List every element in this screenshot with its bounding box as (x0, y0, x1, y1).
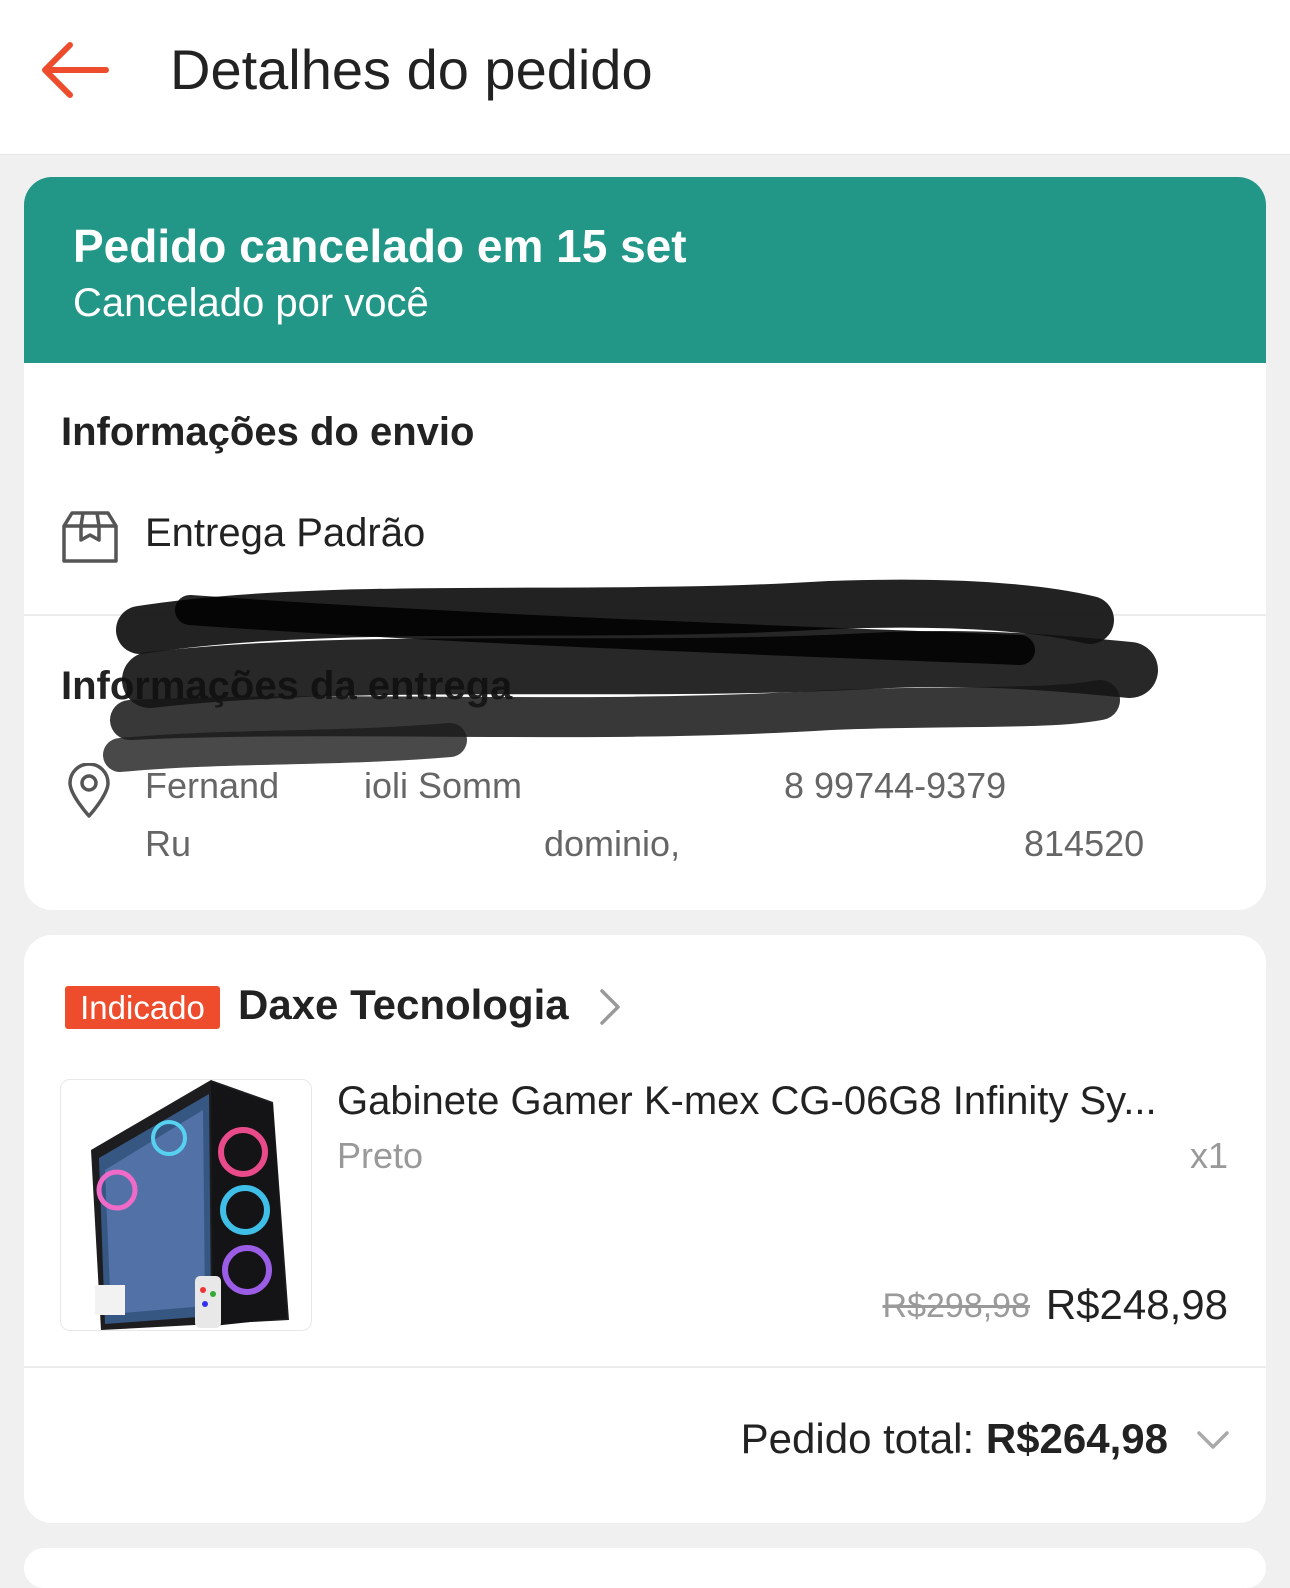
divider (24, 614, 1266, 616)
pc-case-rgb-product-image (91, 1080, 289, 1330)
address-line-name-start: Fernand (145, 765, 280, 806)
back-button[interactable] (36, 36, 112, 104)
status-banner: Pedido cancelado em 15 set Cancelado por… (24, 177, 1266, 363)
top-bar: Detalhes do pedido (0, 0, 1290, 155)
shipping-section-title: Informações do envio (61, 410, 475, 454)
chevron-right-icon[interactable] (598, 987, 622, 1027)
order-items-card: Indicado Daxe Tecnologia Gabinete Gamer … (24, 935, 1266, 1523)
address-line-name-mid: ioli Somm (364, 765, 523, 806)
product-thumbnail[interactable] (60, 1079, 312, 1331)
package-box-icon (62, 511, 118, 563)
delivery-section-title: Informações da entrega (61, 664, 513, 708)
product-quantity: x1 (1189, 1135, 1228, 1176)
location-pin-icon (68, 763, 110, 818)
product-name[interactable]: Gabinete Gamer K-mex CG-06G8 Infinity Sy… (337, 1079, 1227, 1124)
divider (24, 1366, 1266, 1368)
shipping-method: Entrega Padrão (145, 511, 426, 555)
order-total-label: Pedido total: (740, 1415, 986, 1462)
status-title: Pedido cancelado em 15 set (73, 220, 687, 272)
recommended-badge: Indicado (65, 986, 220, 1029)
address-line-street-mid: dominio, (544, 823, 681, 864)
order-total: Pedido total: R$264,98 (741, 1415, 1168, 1463)
price-current: R$248,98 (1045, 1281, 1228, 1328)
address-line-zip-end: 814520 (1024, 823, 1145, 864)
address-line-street-start: Ru (145, 823, 192, 864)
arrow-left-icon (42, 42, 109, 98)
product-variant: Preto (337, 1135, 424, 1176)
next-card (24, 1548, 1266, 1588)
address-line-phone-end: 8 99744-9379 (784, 765, 1007, 806)
page-title: Detalhes do pedido (170, 38, 653, 101)
order-info-card: Pedido cancelado em 15 set Cancelado por… (24, 177, 1266, 910)
shop-name-link[interactable]: Daxe Tecnologia (238, 981, 569, 1029)
status-subtitle: Cancelado por você (73, 281, 429, 325)
price-original: R$298,98 (882, 1287, 1030, 1325)
order-total-value: R$264,98 (985, 1415, 1168, 1462)
chevron-down-icon[interactable] (1196, 1430, 1230, 1450)
